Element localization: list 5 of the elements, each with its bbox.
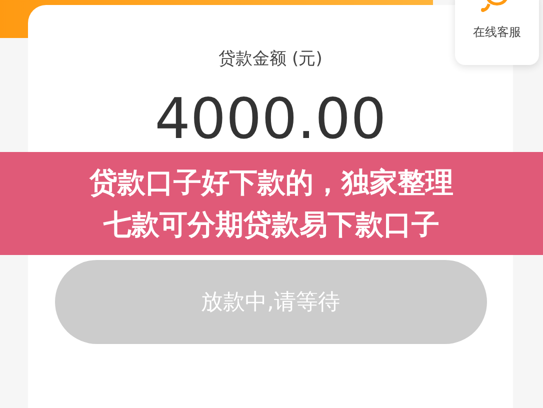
banner-title: 七款可分期贷款易下款口子 [104, 206, 440, 242]
service-button[interactable]: 在线客服 [455, 0, 539, 65]
loan-amount: 4000.00 [154, 92, 386, 148]
banner-title: 贷款口子好下款的，独家整理 [90, 164, 454, 200]
amount-label: 贷款金额 (元) [218, 48, 322, 70]
